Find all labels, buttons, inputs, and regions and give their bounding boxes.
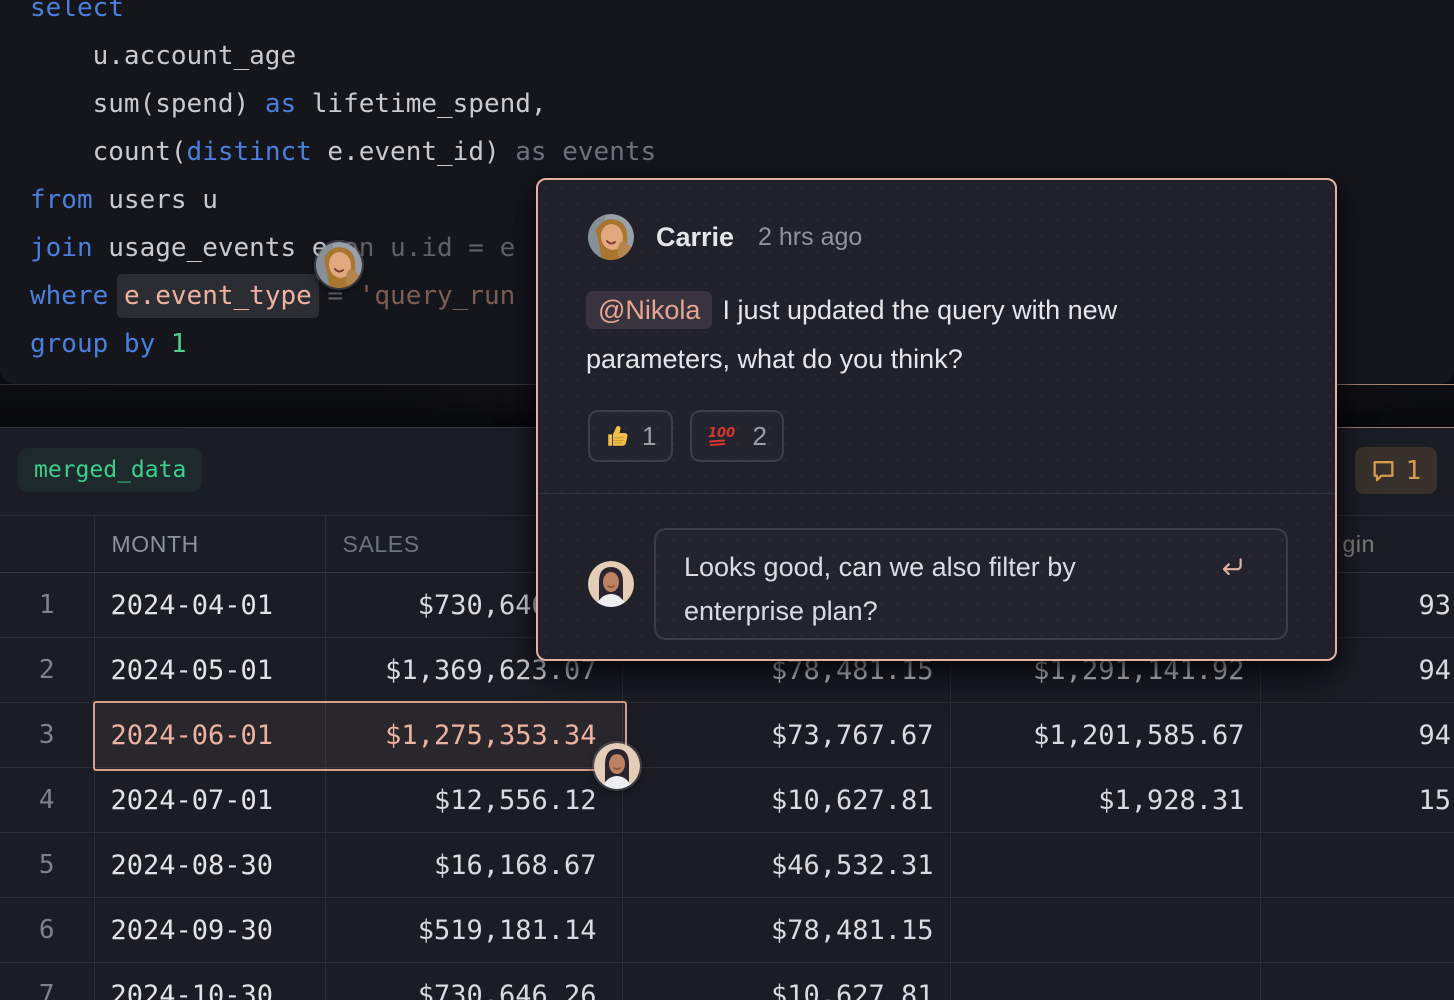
cell-col4[interactable]: $1,201,585.67 [950,703,1260,768]
reply-input[interactable]: Looks good, can we also filter by enterp… [654,528,1288,640]
cell-sales[interactable]: $1,275,353.34 [325,703,622,768]
cell-col4[interactable] [950,963,1260,1000]
cell-month[interactable]: 2024-05-01 [94,638,325,703]
cell-month[interactable]: 2024-04-01 [94,573,325,638]
code-token: u.account_age [30,41,296,71]
cell-month[interactable]: 2024-06-01 [94,703,325,768]
code-token: users u [93,185,218,215]
presence-avatar-collaborator [594,743,640,789]
avatar-reply-user [588,561,634,607]
mention-chip[interactable]: @Nikola [586,291,712,329]
comment-thread-dialog: Carrie 2 hrs ago @NikolaI just updated t… [536,178,1337,661]
row-index: 6 [0,898,94,963]
comment-message: @NikolaI just updated the query with new… [586,286,1246,384]
cell-month[interactable]: 2024-07-01 [94,768,325,833]
svg-text:100: 100 [708,426,735,441]
cell-col3[interactable]: $46,532.31 [622,833,950,898]
code-token [155,329,171,359]
carrie-avatar-image [316,242,362,288]
cell-col3[interactable]: $10,627.81 [622,768,950,833]
code-token: join [30,233,93,263]
cell-sales[interactable]: $16,168.67 [325,833,622,898]
row-index: 5 [0,833,94,898]
code-token: as events [500,137,657,167]
code-line: select [30,0,656,32]
avatar-carrie [588,214,634,260]
cell-col4[interactable] [950,898,1260,963]
row-index: 2 [0,638,94,703]
cell-col5[interactable] [1260,898,1454,963]
dialog-divider [538,493,1335,494]
reactions-row: 1 100 2 [588,410,784,462]
table-row[interactable]: 5 2024-08-30 $16,168.67 $46,532.31 [0,833,1454,898]
code-token: from [30,185,93,215]
row-index: 3 [0,703,94,768]
code-token: distinct [187,137,312,167]
code-token: 1 [171,329,187,359]
cell-sales[interactable]: $730,646.26 [325,963,622,1000]
table-row[interactable]: 4 2024-07-01 $12,556.12 $10,627.81 $1,92… [0,768,1454,833]
reaction-thumbs-up[interactable]: 1 [588,410,673,462]
code-token: e.event_id) [312,137,500,167]
code-token: group by [30,329,155,359]
comment-bubble-icon [1371,458,1396,483]
collaborator-avatar-image [594,743,640,789]
cell-sales[interactable]: $12,556.12 [325,768,622,833]
reaction-hundred[interactable]: 100 2 [690,410,783,462]
row-index: 1 [0,573,94,638]
presence-avatar-carrie [316,242,362,288]
carrie-avatar-image [588,214,634,260]
comment-count: 1 [1406,456,1422,486]
cell-col4[interactable]: $1,928.31 [950,768,1260,833]
cell-month[interactable]: 2024-09-30 [94,898,325,963]
cell-month[interactable]: 2024-10-30 [94,963,325,1000]
code-token: count( [30,137,187,167]
cell-col5[interactable]: 94 [1260,703,1454,768]
table-title-pill[interactable]: merged_data [18,448,202,492]
cell-col4[interactable] [950,833,1260,898]
comment-header: Carrie 2 hrs ago [588,214,862,260]
code-line: u.account_age [30,32,656,80]
row-index: 7 [0,963,94,1000]
comment-count-badge[interactable]: 1 [1355,447,1437,494]
code-line: count(distinct e.event_id) as events [30,128,656,176]
thumbs-up-icon [605,423,631,449]
table-row[interactable]: 6 2024-09-30 $519,181.14 $78,481.15 [0,898,1454,963]
collaborator-avatar-image [588,561,634,607]
cell-col3[interactable]: $10,627.81 [622,963,950,1000]
cell-col3[interactable]: $78,481.15 [622,898,950,963]
highlighted-code-token[interactable]: e.event_type [117,274,319,318]
code-token: usage_events e [93,233,343,263]
cell-sales[interactable]: $519,181.14 [325,898,622,963]
table-row[interactable]: 7 2024-10-30 $730,646.26 $10,627.81 [0,963,1454,1000]
code-token: where [30,281,108,311]
cell-col5[interactable] [1260,833,1454,898]
index-column-header[interactable] [0,516,94,573]
comment-timestamp: 2 hrs ago [758,223,862,252]
app-window: select u.account_age sum(spend) as lifet… [0,0,1454,1000]
comment-author: Carrie [656,222,734,253]
code-token: select [30,0,124,23]
table-row-selected[interactable]: 3 2024-06-01 $1,275,353.34 $73,767.67 $1… [0,703,1454,768]
reaction-count: 2 [752,421,766,452]
code-token: as [265,89,296,119]
reply-input-text: Looks good, can we also filter by enterp… [684,545,1174,633]
column-header-month[interactable]: MONTH [94,516,325,573]
cell-col5[interactable]: 15 [1260,768,1454,833]
code-token: on u.id = e [343,233,515,263]
code-token: sum(spend) [30,89,265,119]
cell-col3[interactable]: $73,767.67 [622,703,950,768]
return-icon[interactable] [1218,554,1246,585]
reaction-count: 1 [642,421,656,452]
code-token: 'query_run [359,281,516,311]
cell-col5[interactable] [1260,963,1454,1000]
code-line: sum(spend) as lifetime_spend, [30,80,656,128]
code-token: lifetime_spend, [296,89,546,119]
row-index: 4 [0,768,94,833]
hundred-points-icon: 100 [707,424,741,448]
cell-month[interactable]: 2024-08-30 [94,833,325,898]
